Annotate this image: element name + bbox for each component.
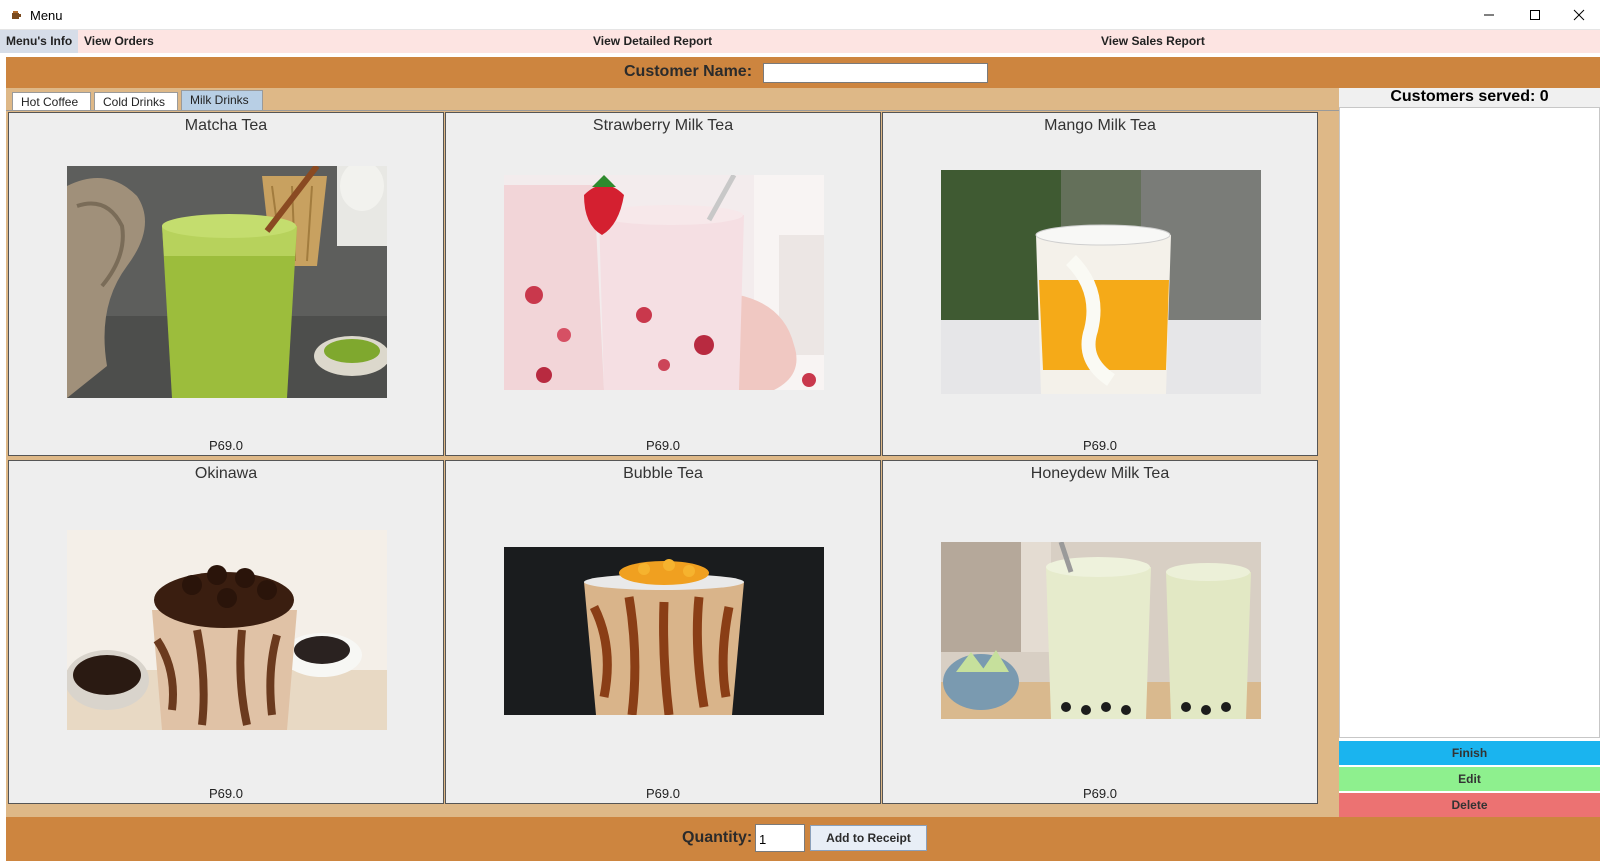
menu-bar: Menu's Info View Orders View Detailed Re… (0, 30, 1600, 53)
menu-item-view-detailed-report[interactable]: View Detailed Report (587, 30, 718, 53)
tab-cold-drinks[interactable]: Cold Drinks (94, 92, 178, 111)
add-to-receipt-button[interactable]: Add to Receipt (810, 825, 927, 851)
product-card-bubble-tea[interactable]: Bubble Tea P69.0 (445, 460, 881, 804)
customer-name-input[interactable] (763, 63, 988, 83)
product-name: Matcha Tea (184, 117, 268, 134)
product-card-strawberry-milk-tea[interactable]: Strawberry Milk Tea P69.0 (445, 112, 881, 456)
quantity-input[interactable]: 1 (755, 824, 805, 852)
menu-item-menus-info[interactable]: Menu's Info (0, 30, 79, 53)
product-name: Mango Milk Tea (1044, 117, 1156, 134)
close-icon (1573, 9, 1585, 21)
product-name: Honeydew Milk Tea (1030, 465, 1170, 482)
product-price: P69.0 (646, 786, 680, 801)
title-bar: Menu (0, 0, 1600, 30)
coffee-cup-icon (12, 11, 21, 19)
close-button[interactable] (1558, 0, 1600, 30)
product-card-matcha-tea[interactable]: Matcha Tea P69.0 (8, 112, 444, 456)
mango-milk-tea-image (941, 170, 1261, 394)
bubble-tea-image (504, 547, 824, 715)
minimize-icon (1484, 14, 1494, 16)
customers-served-label: Customers served: 0 (1339, 88, 1600, 107)
customer-header: Customer Name: (6, 57, 1600, 88)
finish-button[interactable]: Finish (1339, 741, 1600, 765)
tab-milk-drinks[interactable]: Milk Drinks (181, 90, 263, 111)
product-price: P69.0 (646, 438, 680, 453)
honeydew-milk-tea-image (941, 542, 1261, 719)
minimize-button[interactable] (1466, 0, 1512, 30)
delete-button[interactable]: Delete (1339, 793, 1600, 817)
matcha-tea-image (67, 166, 387, 398)
tab-hot-coffee[interactable]: Hot Coffee (12, 92, 91, 111)
product-grid: Matcha Tea P69.0 Strawberry Milk Tea P69… (6, 110, 1339, 817)
okinawa-image (67, 530, 387, 730)
window-title: Menu (30, 8, 63, 23)
product-card-honeydew-milk-tea[interactable]: Honeydew Milk Tea P69.0 (882, 460, 1318, 804)
product-name: Strawberry Milk Tea (592, 117, 734, 134)
edit-button[interactable]: Edit (1339, 767, 1600, 791)
quantity-bar: Quantity: 1 Add to Receipt (6, 817, 1600, 861)
product-card-mango-milk-tea[interactable]: Mango Milk Tea P69.0 (882, 112, 1318, 456)
product-price: P69.0 (209, 438, 243, 453)
strawberry-milk-tea-image (504, 175, 824, 390)
order-side-panel: Customers served: 0 Finish Edit Delete (1339, 88, 1600, 817)
product-price: P69.0 (1083, 438, 1117, 453)
product-name: Okinawa (194, 465, 258, 482)
menu-panel: Hot Coffee Cold Drinks Milk Drinks Match… (6, 88, 1339, 817)
menu-item-view-orders[interactable]: View Orders (78, 30, 160, 53)
order-list[interactable] (1339, 107, 1600, 738)
menu-item-view-sales-report[interactable]: View Sales Report (1095, 30, 1211, 53)
maximize-button[interactable] (1512, 0, 1558, 30)
maximize-icon (1530, 10, 1540, 20)
product-name: Bubble Tea (623, 465, 703, 482)
app-window: Menu Menu's Info View Orders View Detail… (0, 0, 1600, 861)
product-card-okinawa[interactable]: Okinawa P69.0 (8, 460, 444, 804)
product-price: P69.0 (1083, 786, 1117, 801)
quantity-label: Quantity: (682, 829, 753, 846)
product-price: P69.0 (209, 786, 243, 801)
customer-name-label: Customer Name: (624, 63, 753, 80)
